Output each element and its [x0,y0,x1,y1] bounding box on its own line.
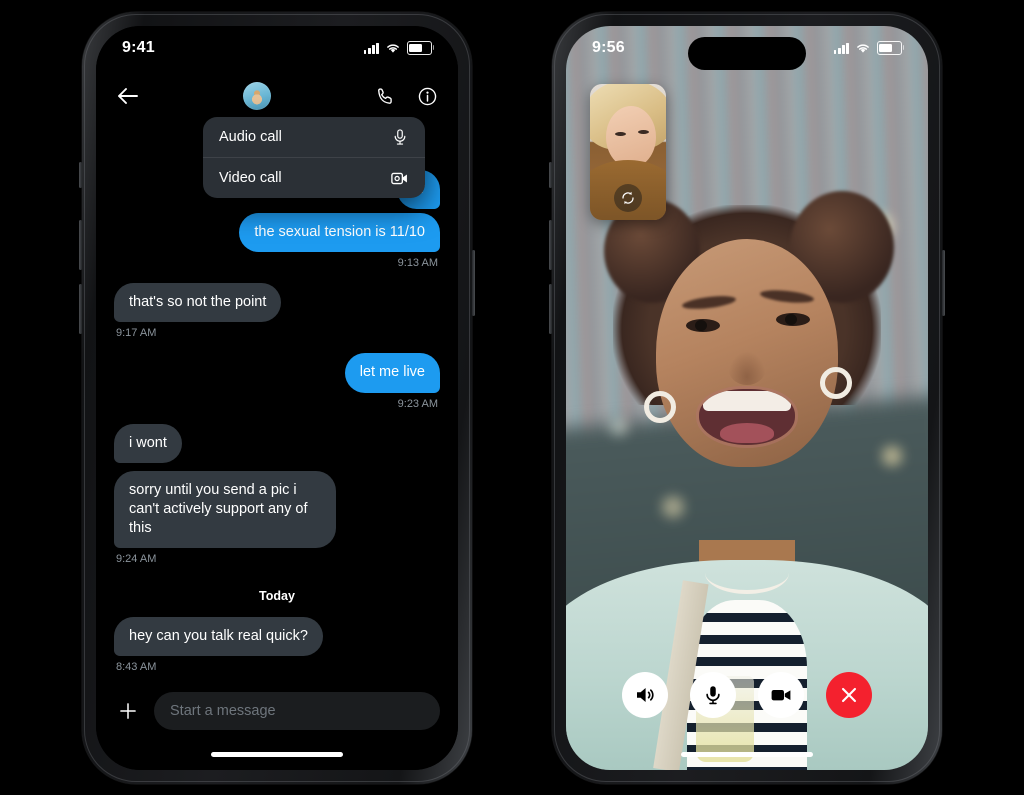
earring-left [644,390,676,423]
chat-screen: 9:41 the sexual tension is 11/10 9:13 AM… [96,26,458,770]
cellular-signal-icon [363,42,379,54]
self-view-pip[interactable] [590,84,666,220]
home-indicator-right [681,752,813,757]
wifi-icon [387,44,399,53]
video-call-screen: 9:56 [566,26,928,770]
camera-button[interactable] [758,672,804,718]
silent-switch-left[interactable] [79,162,82,188]
video-camera-icon [771,690,791,701]
message-bubble: hey can you talk real quick? [114,617,323,657]
right-phone-screen: 9:56 [566,26,928,770]
status-indicators-left [363,41,435,55]
phone-call-icon[interactable] [372,83,398,109]
message-bubble: that's so not the point [114,283,282,323]
message-input-placeholder: Start a message [170,703,276,719]
menu-item-video-call[interactable]: Video call [203,158,425,198]
message-row: i wont [114,423,440,471]
call-options-menu[interactable]: Audio call Video call [203,117,425,198]
message-row: hey can you talk real quick? 8:43 AM [114,617,440,687]
necklace [705,552,789,594]
message-row: that's so not the point 9:17 AM [114,283,440,353]
earring-right [820,366,852,399]
end-call-button[interactable] [826,672,872,718]
close-x-icon [841,687,857,703]
nose [728,350,766,385]
message-timestamp: 9:24 AM [116,553,157,565]
contact-avatar[interactable] [243,82,271,110]
menu-item-label: Audio call [219,129,282,145]
plus-icon[interactable] [114,697,142,725]
speaker-icon [637,688,654,702]
self-view-eye-right [638,130,649,134]
tongue [720,422,774,443]
screenshot-stage: 9:41 the sexual tension is 11/10 9:13 AM… [0,0,1024,795]
message-bubble: the sexual tension is 11/10 [239,213,440,253]
microphone-icon [394,129,406,145]
call-controls [566,672,928,718]
menu-item-audio-call[interactable]: Audio call [203,117,425,157]
volume-up-button-right[interactable] [549,220,552,270]
back-arrow-icon[interactable] [114,82,142,110]
menu-item-label: Video call [219,170,282,186]
message-timestamp: 9:13 AM [397,257,438,270]
teeth [703,390,791,411]
notch-left [215,36,339,69]
mute-button[interactable] [690,672,736,718]
volume-down-button-left[interactable] [79,284,82,334]
message-timestamp: 9:17 AM [116,327,157,340]
header-actions [372,83,440,109]
left-phone-screen: 9:41 the sexual tension is 11/10 9:13 AM… [96,26,458,770]
self-view-eye-left [615,132,626,136]
eye-left [686,318,720,332]
message-bubble: let me live [344,353,440,393]
mouth [699,388,795,445]
message-bubble: i wont [114,423,182,463]
silent-switch-right[interactable] [549,162,552,188]
dynamic-island [688,37,806,70]
volume-up-button-left[interactable] [79,220,82,270]
video-camera-icon [391,172,407,184]
power-button-left[interactable] [472,250,475,316]
info-circle-icon[interactable] [414,83,440,109]
message-timestamp: 8:43 AM [116,661,157,674]
status-time-left: 9:41 [122,39,155,56]
power-button-right[interactable] [942,250,945,316]
microphone-icon [706,686,720,705]
flip-camera-icon[interactable] [614,184,642,212]
left-phone-device: 9:41 the sexual tension is 11/10 9:13 AM… [79,12,475,784]
day-separator: Today [259,589,295,603]
volume-down-button-right[interactable] [549,284,552,334]
speaker-button[interactable] [622,672,668,718]
right-phone-device: 9:56 [549,12,945,784]
eye-right [776,312,810,326]
message-row: let me live 9:23 AM [114,353,440,423]
eyebrow-right [759,287,815,305]
home-indicator-left [211,752,343,757]
chat-header [96,70,458,122]
message-list[interactable]: er the sexual tension is 11/10 9:13 AM t… [96,122,458,678]
message-row: sorry until you send a pic i can't activ… [114,470,440,579]
self-view-face [606,106,656,184]
battery-icon [407,41,435,55]
message-input[interactable]: Start a message [154,692,440,730]
message-row: the sexual tension is 11/10 9:13 AM [114,213,440,283]
face [644,238,852,467]
eyebrow-left [681,293,737,311]
message-bubble: sorry until you send a pic i can't activ… [114,470,336,548]
message-timestamp: 9:23 AM [397,397,438,410]
